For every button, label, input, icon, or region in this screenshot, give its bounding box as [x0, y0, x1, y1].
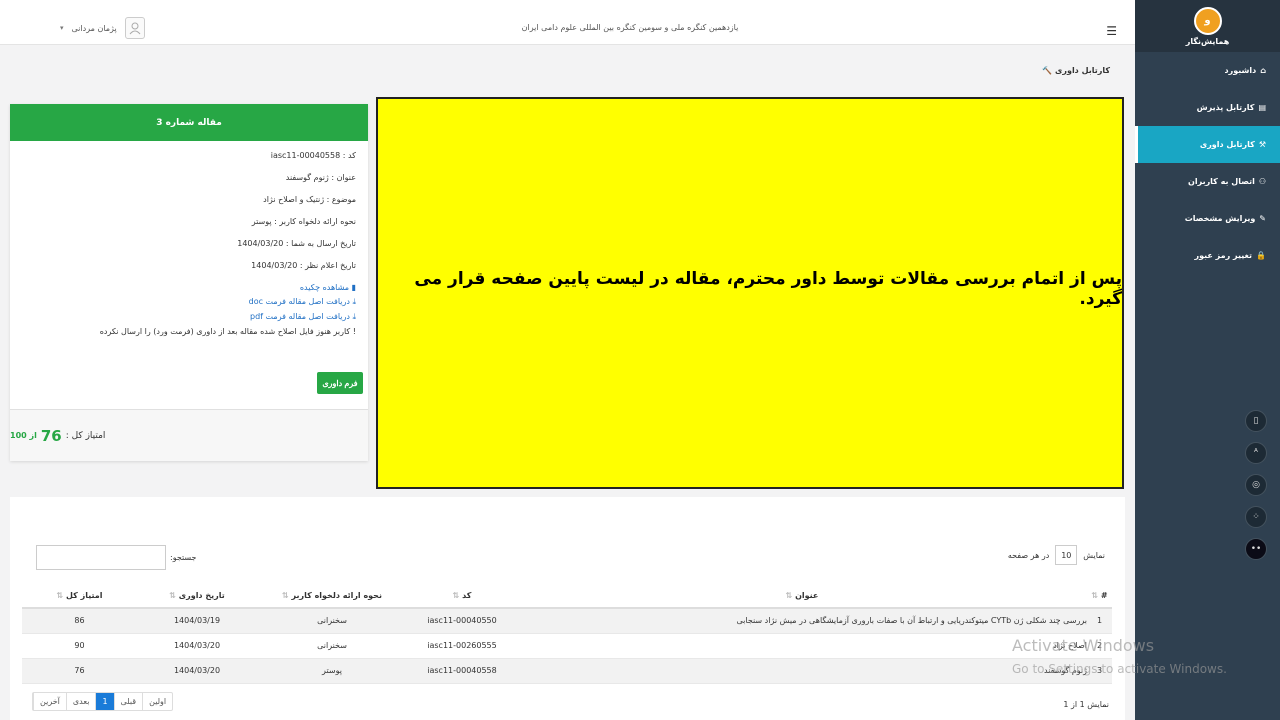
warning-message: ! کاربر هنوز فایل اصلاح شده مقاله بعد از…: [99, 327, 356, 336]
sidebar-item-acceptance[interactable]: کارتابل پذیرش ▤: [1135, 89, 1280, 126]
col-presentation[interactable]: نحوه ارائه دلخواه کاربر ⇅: [257, 583, 407, 609]
download-pdf-link[interactable]: ⤓ دریافت اصل مقاله فرمت pdf: [22, 312, 356, 322]
users-icon: ⚇: [1258, 177, 1266, 186]
notice-box: پس از اتمام بررسی مقالات توسط داور محترم…: [376, 97, 1124, 489]
notice-text: پس از اتمام بررسی مقالات توسط داور محترم…: [414, 269, 1122, 309]
col-num[interactable]: # ⇅: [1087, 583, 1112, 609]
search-label: جستجو:: [170, 553, 197, 562]
assistant-icon[interactable]: ••: [1245, 538, 1267, 560]
file-icon: ▤: [1258, 103, 1266, 112]
col-date[interactable]: تاریخ داوری ⇅: [137, 583, 257, 609]
breadcrumb: 🔨 کارتابل داوری: [1042, 66, 1110, 75]
user-menu[interactable]: ▾ پژمان مردانی: [60, 17, 145, 39]
review-form-button[interactable]: فرم داوری: [317, 372, 363, 394]
article-title: عنوان : ژنوم گوسفند: [285, 173, 356, 182]
search-input[interactable]: [36, 545, 166, 570]
table-row[interactable]: 2 اصلاح نژاد iasc11-00260555 سخنرانی 140…: [22, 633, 1112, 659]
article-subject: موضوع : ژنتیک و اصلاح نژاد: [263, 195, 356, 204]
pager-first[interactable]: اولین: [142, 693, 172, 710]
pager-last[interactable]: آخرین: [33, 693, 66, 710]
article-card-title: مقاله شماره 3: [10, 104, 368, 141]
col-score[interactable]: امتیاز کل ⇅: [22, 583, 137, 609]
table-row[interactable]: 1 بررسی چند شکلی ژن CYTb میتوکندریایی و …: [22, 608, 1112, 634]
exclamation-icon: !: [352, 327, 356, 336]
download-icon: ⤓: [352, 312, 356, 321]
logo-icon: و: [1193, 6, 1222, 35]
hamburger-menu-icon[interactable]: ☰: [1106, 24, 1117, 38]
windows-activation-watermark-sub: Go to Settings to activate Windows.: [1012, 662, 1227, 676]
page-length-select[interactable]: 10: [1055, 545, 1078, 565]
col-code[interactable]: کد ⇅: [407, 583, 517, 609]
sidebar: و همایش‌نگار داشبورد ⌂ کارتابل پذیرش ▤ کار…: [1135, 0, 1280, 720]
table-search: جستجو:: [36, 545, 197, 570]
article-opinion-date: تاریخ اعلام نظر : 1404/03/20: [251, 261, 356, 270]
sidebar-item-dashboard[interactable]: داشبورد ⌂: [1135, 52, 1280, 89]
sidebar-logo[interactable]: و همایش‌نگار: [1135, 0, 1280, 52]
windows-activation-watermark: Activate Windows: [1012, 636, 1155, 655]
floating-tools: ▯ ᴬ ◎ ⁘ ••: [1245, 410, 1267, 560]
score-label: امتیاز کل :: [65, 430, 106, 441]
table-info: نمایش 1 از 1: [1063, 700, 1109, 709]
avatar: [124, 17, 145, 39]
articles-table: # ⇅ عنوان ⇅ کد ⇅ نحوه ارائه دلخواه کاربر…: [22, 583, 1112, 684]
gavel-icon: ⚒: [1258, 140, 1266, 149]
user-name: پژمان مردانی: [71, 23, 117, 33]
download-icon: ⤓: [352, 297, 356, 306]
lock-icon: 🔒: [1256, 251, 1266, 260]
reviewed-articles-panel: نمایش 10 در هر صفحه جستجو: # ⇅ عنوان ⇅ ک…: [10, 497, 1125, 720]
download-doc-link[interactable]: ⤓ دریافت اصل مقاله فرمت doc: [22, 297, 356, 307]
top-navbar: ☰ یازدهمین کنگره ملی و سومین کنگره بین ا…: [0, 0, 1135, 45]
sidebar-item-review[interactable]: کارتابل داوری ⚒: [1135, 126, 1280, 163]
article-code: کد : iasc11-00040558: [270, 151, 356, 160]
edit-icon: ✎: [1259, 214, 1266, 223]
table-row[interactable]: 3 ژنوم گوسفند iasc11-00040558 پوستر 1404…: [22, 658, 1112, 684]
pager-next[interactable]: بعدی: [65, 693, 96, 710]
conference-title: یازدهمین کنگره ملی و سومین کنگره بین الم…: [521, 23, 739, 32]
caret-down-icon: ▾: [60, 24, 64, 32]
home-icon: ⌂: [1260, 66, 1266, 75]
sidebar-item-change-password[interactable]: تغییر رمز عبور 🔒: [1135, 237, 1280, 274]
target-icon[interactable]: ◎: [1245, 474, 1267, 496]
book-icon[interactable]: ▯: [1245, 410, 1267, 432]
page-length-control: نمایش 10 در هر صفحه: [1008, 545, 1105, 565]
score-value: 76: [40, 426, 62, 445]
score-max: از 100: [10, 431, 37, 440]
sidebar-item-users[interactable]: اتصال به کاربران ⚇: [1135, 163, 1280, 200]
sidebar-item-edit-profile[interactable]: ویرایش مشخصات ✎: [1135, 200, 1280, 237]
article-card: مقاله شماره 3 کد : iasc11-00040558 عنوان…: [10, 104, 368, 461]
col-title[interactable]: عنوان ⇅: [517, 583, 1087, 609]
file-icon: ▮: [351, 283, 356, 292]
article-sent-date: تاریخ ارسال به شما : 1404/03/20: [237, 239, 356, 248]
article-presentation: نحوه ارائه دلخواه کاربر : پوستر: [251, 217, 356, 226]
gavel-icon: 🔨: [1042, 66, 1053, 75]
pager-current[interactable]: 1: [95, 693, 114, 710]
pager-prev[interactable]: قبلی: [113, 693, 143, 710]
score-footer: امتیاز کل : 76 از 100: [10, 409, 368, 461]
translate-icon[interactable]: ᴬ: [1245, 442, 1267, 464]
table-header-row: # ⇅ عنوان ⇅ کد ⇅ نحوه ارائه دلخواه کاربر…: [22, 583, 1112, 609]
apps-icon[interactable]: ⁘: [1245, 506, 1267, 528]
pagination: آخرین بعدی 1 قبلی اولین: [32, 692, 174, 711]
view-abstract-link[interactable]: ▮ مشاهده چکیده: [22, 283, 356, 292]
